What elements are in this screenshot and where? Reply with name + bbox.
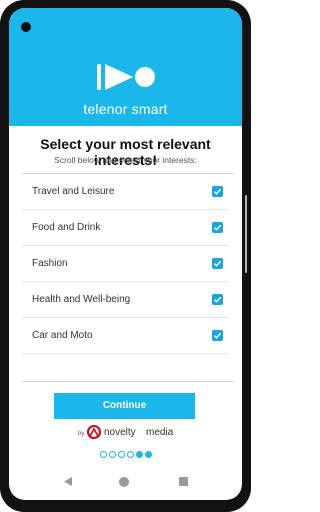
interest-row-fashion[interactable]: Fashion [22,246,228,282]
check-icon [213,224,222,231]
interests-list[interactable]: Travel and Leisure Food and Drink Fashio… [22,173,234,382]
powered-by-footer: by novelty media [69,424,189,442]
page-subtitle: Scroll below and select your interests: [54,155,197,165]
partner-name-part-1: novelty [104,427,136,438]
title-line-1: Select your most relevant [40,136,211,152]
list-scrollbar[interactable] [245,195,247,273]
interest-checkbox[interactable] [212,294,223,305]
check-icon [213,296,222,303]
telenor-smart-logo-icon [97,64,155,90]
back-triangle-icon[interactable] [63,476,73,487]
interest-row-food[interactable]: Food and Drink [22,210,228,246]
check-icon [213,188,222,195]
interest-label: Fashion [32,258,68,269]
partner-name-part-2: media [146,427,174,438]
app-screen: telenor smart Select your most relevant … [9,8,242,500]
phone-frame: telenor smart Select your most relevant … [0,0,251,512]
interest-checkbox[interactable] [212,222,223,233]
page-dot [118,451,125,458]
brand-header: telenor smart [9,8,242,126]
page-indicator [100,450,160,460]
home-circle-icon[interactable] [119,477,129,487]
front-camera [21,22,31,32]
interest-row-travel[interactable]: Travel and Leisure [22,174,228,210]
continue-button[interactable]: Continue [54,393,195,419]
page-dot [127,451,134,458]
system-navigation-bar [9,468,242,496]
novelty-media-logo-icon [87,425,101,439]
interest-label: Food and Drink [32,222,101,233]
page-dot-current [136,451,143,458]
page-dot [109,451,116,458]
check-icon [213,332,222,339]
interest-row-health[interactable]: Health and Well-being [22,282,228,318]
interest-checkbox[interactable] [212,186,223,197]
interest-row-car[interactable]: Car and Moto [22,318,228,354]
interest-label: Health and Well-being [32,294,131,305]
interest-checkbox[interactable] [212,330,223,341]
page-dot [145,451,152,458]
page-dot [100,451,107,458]
check-icon [213,260,222,267]
interest-label: Car and Moto [32,330,93,341]
by-label: by [78,431,85,437]
interest-label: Travel and Leisure [32,186,115,197]
recent-square-icon[interactable] [179,477,188,486]
interest-checkbox[interactable] [212,258,223,269]
brand-name: telenor smart [83,101,168,117]
